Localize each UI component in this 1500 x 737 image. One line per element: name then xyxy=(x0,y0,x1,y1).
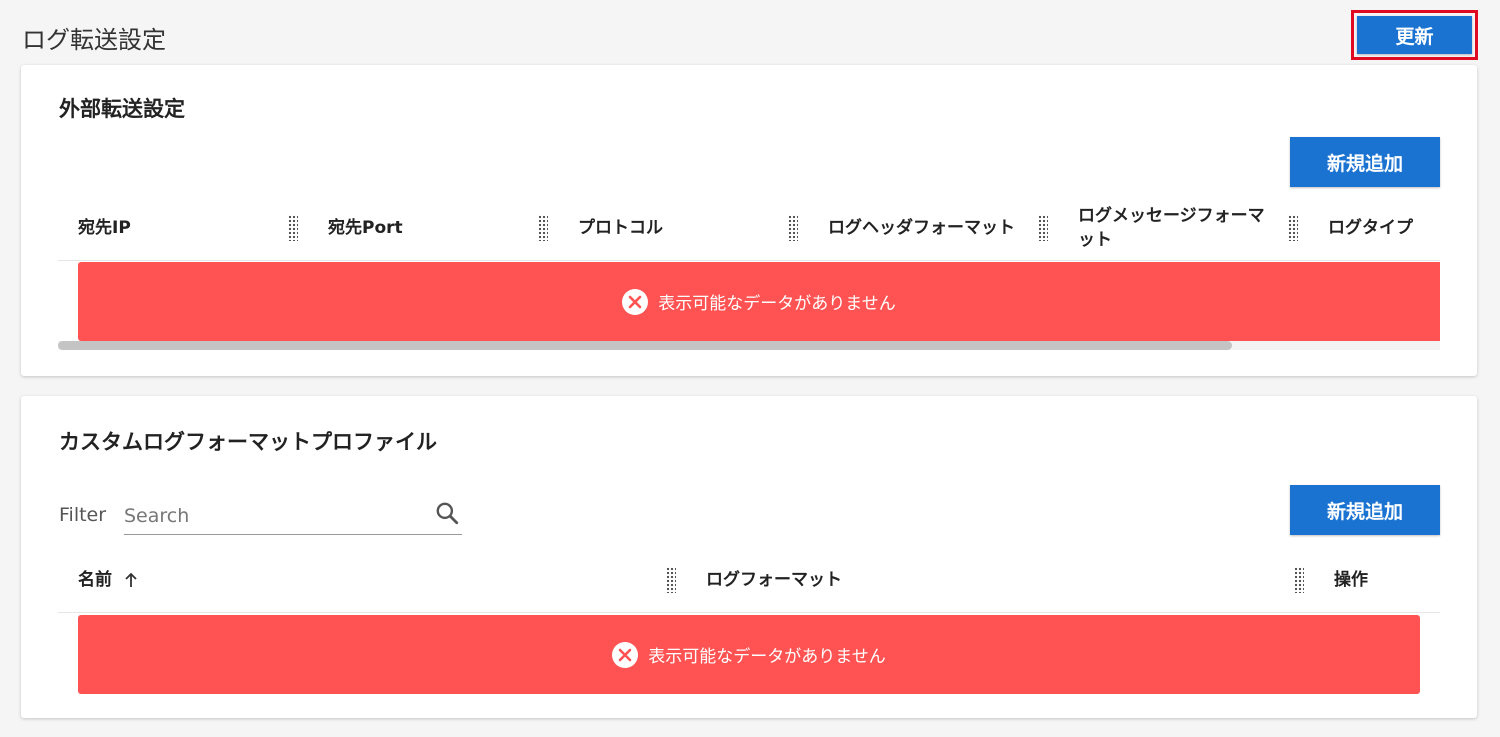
column-resize-handle[interactable] xyxy=(288,215,298,241)
column-header-dest-ip[interactable]: 宛先IP xyxy=(58,195,308,261)
sort-ascending-icon[interactable] xyxy=(124,572,138,588)
error-icon xyxy=(622,288,649,315)
add-profile-button[interactable]: 新規追加 xyxy=(1290,485,1440,535)
custom-log-format-card: カスタムログフォーマットプロファイル Filter 新規追加 名前 ログフォーマ… xyxy=(21,396,1477,718)
page-title: ログ転送設定 xyxy=(22,26,166,54)
column-header-dest-port[interactable]: 宛先Port xyxy=(308,195,558,261)
column-header-actions: 操作 xyxy=(1334,570,1368,590)
empty-state-banner: 表示可能なデータがありません xyxy=(78,262,1440,341)
column-resize-handle[interactable] xyxy=(1288,215,1298,241)
empty-state-banner: 表示可能なデータがありません xyxy=(78,615,1420,694)
column-header-log-format[interactable]: ログフォーマット xyxy=(686,547,1286,613)
refresh-button-highlight: 更新 xyxy=(1351,10,1478,60)
column-header-name[interactable]: 名前 xyxy=(58,547,678,613)
custom-log-format-title: カスタムログフォーマットプロファイル xyxy=(59,430,437,454)
header-divider xyxy=(58,612,1440,613)
search-field xyxy=(124,495,462,535)
forwarding-settings-card: 外部転送設定 新規追加 宛先IP 宛先Port プロトコル ログヘッダフォーマッ… xyxy=(21,65,1477,376)
column-resize-handle[interactable] xyxy=(666,567,676,593)
refresh-button[interactable]: 更新 xyxy=(1357,16,1472,54)
column-resize-handle[interactable] xyxy=(1038,215,1048,241)
add-forwarding-button[interactable]: 新規追加 xyxy=(1290,137,1440,187)
search-input[interactable] xyxy=(124,501,424,531)
column-resize-handle[interactable] xyxy=(1294,567,1304,593)
error-icon xyxy=(612,641,639,668)
filter-label: Filter xyxy=(59,504,107,526)
column-resize-handle[interactable] xyxy=(538,215,548,241)
column-resize-handle[interactable] xyxy=(788,215,798,241)
empty-state-message: 表示可能なデータがありません xyxy=(648,647,886,667)
column-header-log-header-format[interactable]: ログヘッダフォーマット xyxy=(808,195,1058,261)
header-divider xyxy=(58,260,1440,261)
horizontal-scrollbar[interactable] xyxy=(58,341,1440,350)
empty-state-message: 表示可能なデータがありません xyxy=(658,294,896,314)
forwarding-table-header: 宛先IP 宛先Port プロトコル ログヘッダフォーマット ログメッセージフォー… xyxy=(58,195,1440,261)
column-header-log-message-format[interactable]: ログメッセージフォーマット xyxy=(1058,195,1278,261)
scrollbar-thumb[interactable] xyxy=(58,341,1232,350)
search-icon[interactable] xyxy=(434,500,460,526)
profiles-table-header: 名前 ログフォーマット 操作 xyxy=(58,547,1440,613)
column-header-protocol[interactable]: プロトコル xyxy=(558,195,808,261)
forwarding-settings-title: 外部転送設定 xyxy=(59,97,185,121)
column-header-log-type[interactable]: ログタイプ xyxy=(1308,195,1440,261)
